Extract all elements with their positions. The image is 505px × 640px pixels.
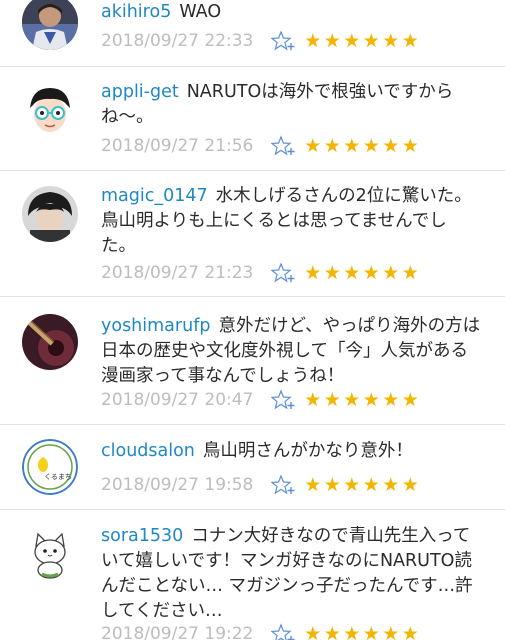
comment-text: sora1530 コナン大好きなので青山先生入っていて嬉しいです！マンガ好きなのに… bbox=[101, 524, 481, 624]
comment-text: akihiro5 WAO bbox=[101, 0, 481, 25]
star-icon: ★ bbox=[343, 623, 361, 640]
star-icon: ★ bbox=[362, 262, 380, 284]
add-star-icon[interactable] bbox=[271, 30, 297, 52]
star-icon: ★ bbox=[401, 135, 419, 157]
star-rating: ★ ★ ★ ★ ★ ★ bbox=[303, 623, 420, 640]
comment-timestamp: 2018/09/27 20:47 bbox=[101, 390, 254, 410]
star-icon: ★ bbox=[401, 623, 419, 640]
comment-meta: 2018/09/27 20:47 ★ ★ ★ ★ ★ ★ bbox=[101, 388, 481, 412]
add-star-icon[interactable] bbox=[271, 262, 297, 284]
star-icon: ★ bbox=[323, 389, 341, 411]
add-star-icon[interactable] bbox=[271, 389, 297, 411]
star-icon: ★ bbox=[382, 474, 400, 496]
star-rating: ★ ★ ★ ★ ★ ★ bbox=[303, 135, 420, 157]
star-icon: ★ bbox=[323, 135, 341, 157]
star-icon: ★ bbox=[304, 389, 322, 411]
avatar-cloud-salon-logo[interactable]: くるまち bbox=[22, 439, 78, 495]
comment-username[interactable]: magic_0147 bbox=[101, 186, 208, 206]
comment-meta: 2018/09/27 21:56 ★ ★ ★ ★ ★ ★ bbox=[101, 134, 481, 158]
star-icon: ★ bbox=[304, 262, 322, 284]
comment-item: yoshimarufp 意外だけど、やっぱり海外の方は日本の歴史や文化度外視して「… bbox=[0, 297, 505, 425]
star-icon: ★ bbox=[343, 474, 361, 496]
star-icon: ★ bbox=[401, 30, 419, 52]
avatar-glasses-illustration[interactable] bbox=[22, 82, 78, 138]
star-icon: ★ bbox=[401, 474, 419, 496]
comment-meta: 2018/09/27 21:23 ★ ★ ★ ★ ★ ★ bbox=[101, 261, 481, 285]
star-icon: ★ bbox=[382, 623, 400, 640]
comment-meta: 2018/09/27 22:33 ★ ★ ★ ★ ★ ★ bbox=[101, 29, 481, 53]
star-icon: ★ bbox=[382, 135, 400, 157]
add-star-icon[interactable] bbox=[271, 474, 297, 496]
comment-list: akihiro5 WAO 2018/09/27 22:33 ★ ★ ★ ★ ★ ★ bbox=[0, 0, 505, 640]
avatar-face-photo[interactable] bbox=[22, 186, 78, 242]
comment-timestamp: 2018/09/27 19:58 bbox=[101, 475, 254, 495]
comment-timestamp: 2018/09/27 19:22 bbox=[101, 624, 254, 640]
comment-text: appli-get NARUTOは海外で根強いですからね〜。 bbox=[101, 80, 481, 130]
comment-message: 鳥山明さんがかなり意外！ bbox=[202, 441, 413, 461]
star-icon: ★ bbox=[304, 135, 322, 157]
star-icon: ★ bbox=[323, 262, 341, 284]
star-icon: ★ bbox=[343, 389, 361, 411]
comment-item: appli-get NARUTOは海外で根強いですからね〜。 2018/09/27… bbox=[0, 67, 505, 171]
star-icon: ★ bbox=[382, 262, 400, 284]
star-icon: ★ bbox=[304, 623, 322, 640]
comment-timestamp: 2018/09/27 21:23 bbox=[101, 263, 254, 283]
star-icon: ★ bbox=[382, 389, 400, 411]
comment-meta: 2018/09/27 19:22 ★ ★ ★ ★ ★ ★ bbox=[101, 622, 481, 640]
avatar-guitar-photo[interactable] bbox=[22, 314, 78, 370]
star-rating: ★ ★ ★ ★ ★ ★ bbox=[303, 262, 420, 284]
comment-text: cloudsalon 鳥山明さんがかなり意外！ bbox=[101, 439, 481, 464]
comment-item: くるまち cloudsalon 鳥山明さんがかなり意外！ 2018/09/27 1… bbox=[0, 425, 505, 510]
star-icon: ★ bbox=[362, 30, 380, 52]
star-icon: ★ bbox=[323, 623, 341, 640]
star-icon: ★ bbox=[323, 30, 341, 52]
comment-username[interactable]: appli-get bbox=[101, 82, 179, 102]
add-star-icon[interactable] bbox=[271, 135, 297, 157]
star-icon: ★ bbox=[304, 30, 322, 52]
comment-item: akihiro5 WAO 2018/09/27 22:33 ★ ★ ★ ★ ★ ★ bbox=[0, 0, 505, 67]
star-icon: ★ bbox=[401, 262, 419, 284]
star-icon: ★ bbox=[343, 30, 361, 52]
avatar-cat-illustration[interactable] bbox=[22, 524, 78, 580]
comment-meta: 2018/09/27 19:58 ★ ★ ★ ★ ★ ★ bbox=[101, 473, 481, 497]
comment-username[interactable]: yoshimarufp bbox=[101, 316, 210, 336]
comment-username[interactable]: cloudsalon bbox=[101, 441, 195, 461]
star-icon: ★ bbox=[382, 30, 400, 52]
star-rating: ★ ★ ★ ★ ★ ★ bbox=[303, 389, 420, 411]
star-icon: ★ bbox=[343, 135, 361, 157]
avatar-man-photo[interactable] bbox=[22, 0, 78, 50]
comment-item: magic_0147 水木しげるさんの2位に驚いた。鳥山明よりも上にくるとは思って… bbox=[0, 171, 505, 297]
star-icon: ★ bbox=[362, 623, 380, 640]
star-icon: ★ bbox=[343, 262, 361, 284]
comment-timestamp: 2018/09/27 21:56 bbox=[101, 136, 254, 156]
star-icon: ★ bbox=[323, 474, 341, 496]
comment-username[interactable]: sora1530 bbox=[101, 526, 183, 546]
add-star-icon[interactable] bbox=[271, 623, 297, 640]
comment-item: sora1530 コナン大好きなので青山先生入っていて嬉しいです！マンガ好きなのに… bbox=[0, 510, 505, 640]
star-icon: ★ bbox=[304, 474, 322, 496]
star-icon: ★ bbox=[401, 389, 419, 411]
star-icon: ★ bbox=[362, 135, 380, 157]
comment-text: magic_0147 水木しげるさんの2位に驚いた。鳥山明よりも上にくるとは思って… bbox=[101, 184, 481, 259]
star-rating: ★ ★ ★ ★ ★ ★ bbox=[303, 474, 420, 496]
comment-username[interactable]: akihiro5 bbox=[101, 2, 171, 22]
star-rating: ★ ★ ★ ★ ★ ★ bbox=[303, 30, 420, 52]
star-icon: ★ bbox=[362, 389, 380, 411]
star-icon: ★ bbox=[362, 474, 380, 496]
comment-message: WAO bbox=[179, 2, 222, 22]
comment-text: yoshimarufp 意外だけど、やっぱり海外の方は日本の歴史や文化度外視して「… bbox=[101, 314, 481, 389]
comment-timestamp: 2018/09/27 22:33 bbox=[101, 31, 254, 51]
avatar-logo-text: くるまち bbox=[44, 473, 72, 481]
